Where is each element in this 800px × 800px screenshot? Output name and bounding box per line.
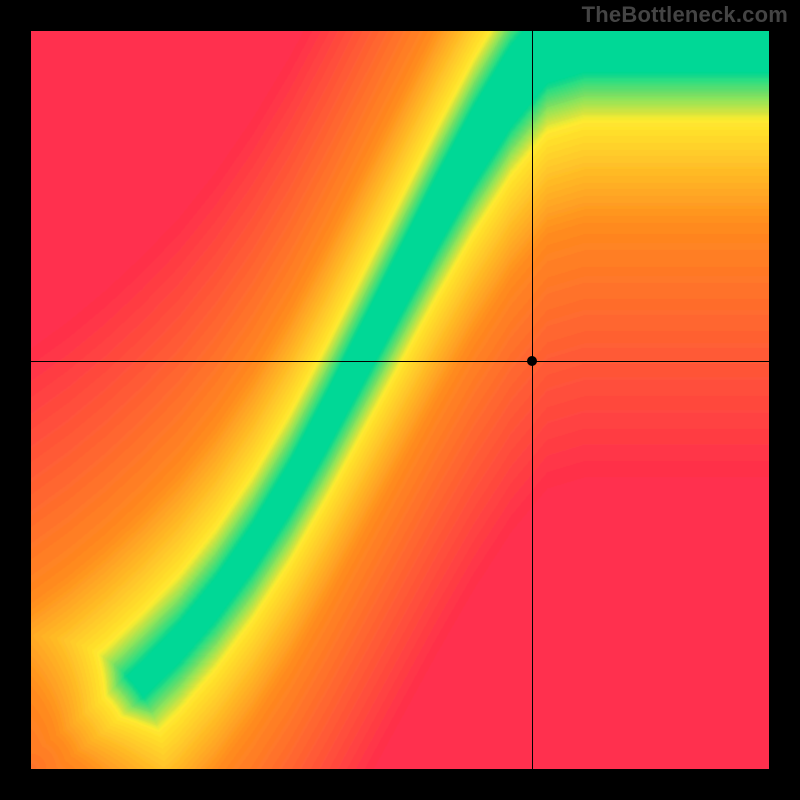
marker-point <box>527 356 537 366</box>
bottleneck-heatmap <box>31 31 769 769</box>
watermark-text: TheBottleneck.com <box>582 2 788 28</box>
crosshair-vertical <box>532 31 533 769</box>
crosshair-horizontal <box>31 361 769 362</box>
chart-container: TheBottleneck.com <box>0 0 800 800</box>
